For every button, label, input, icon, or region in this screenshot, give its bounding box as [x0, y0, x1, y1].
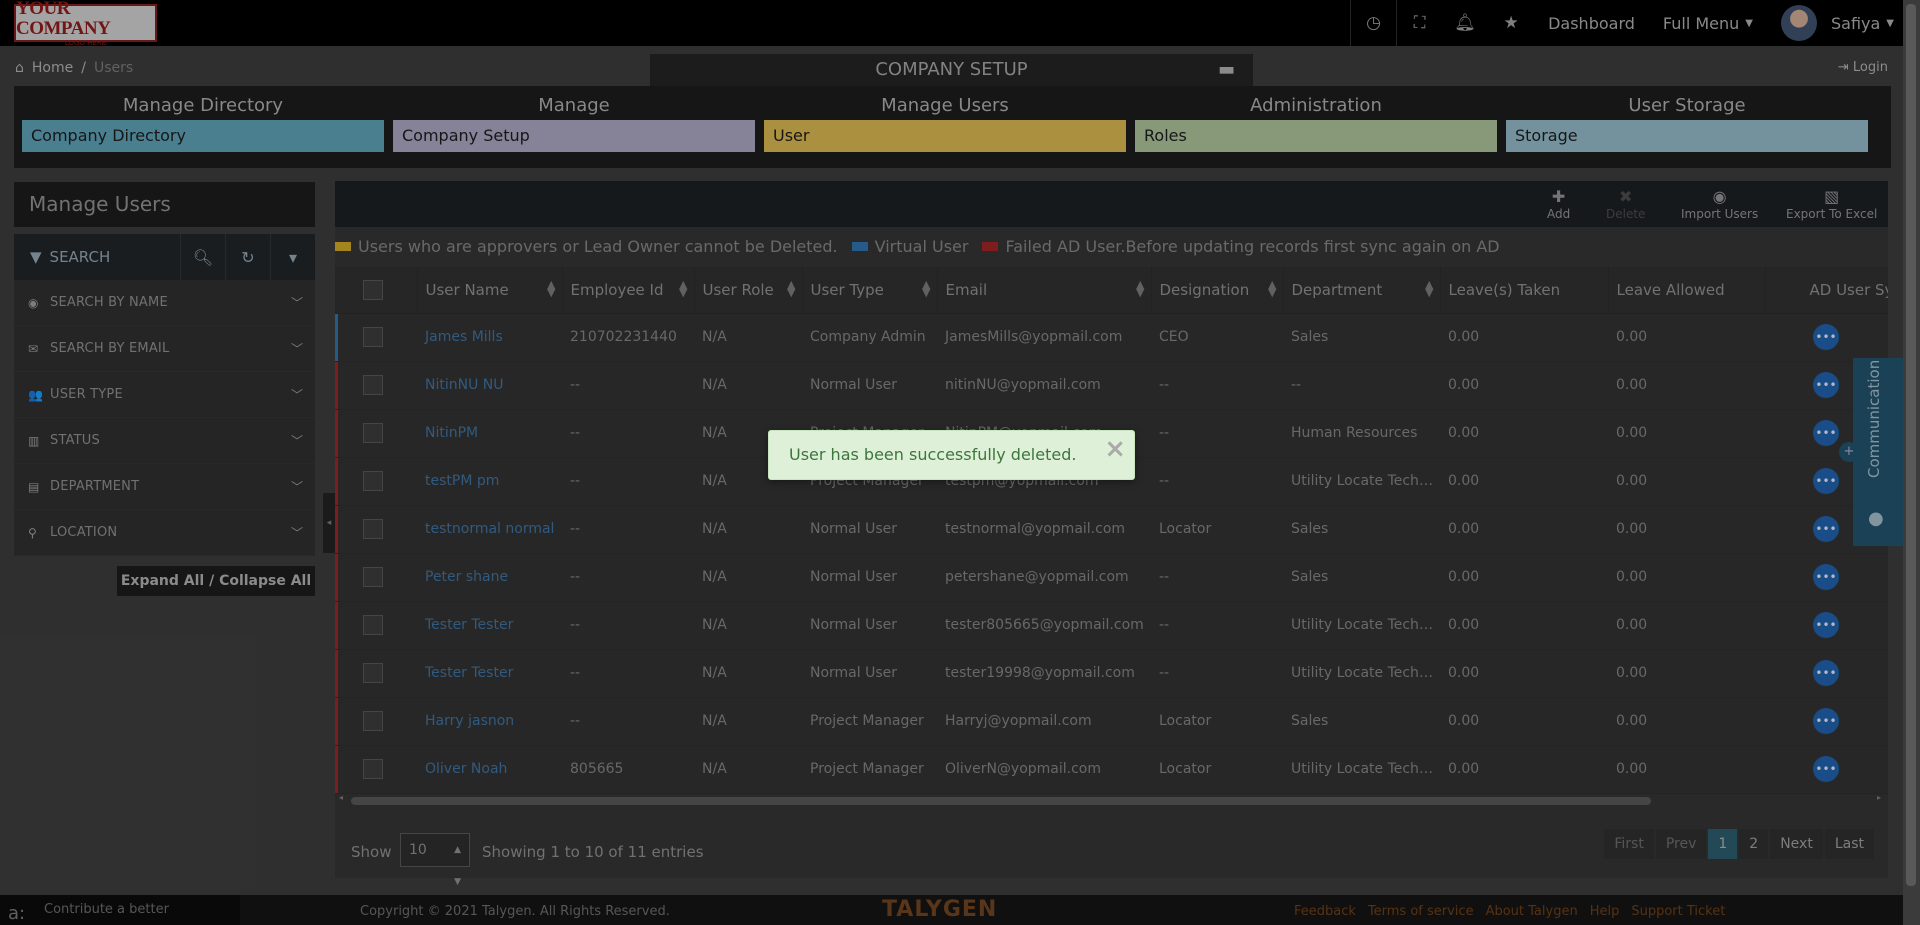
close-icon[interactable]: × — [1104, 425, 1126, 473]
toast-message: User has been successfully deleted. — [789, 445, 1077, 464]
scrollbar-thumb[interactable] — [1906, 4, 1916, 886]
vertical-scrollbar[interactable] — [1903, 0, 1920, 925]
success-toast: User has been successfully deleted. × — [768, 430, 1135, 480]
